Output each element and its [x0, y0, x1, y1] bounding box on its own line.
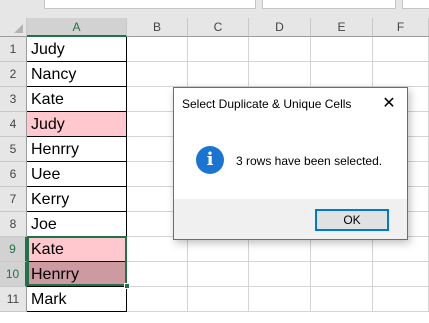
cell-a9[interactable]: Kate — [27, 237, 127, 262]
cell-e2[interactable] — [311, 62, 373, 87]
cell-f9[interactable] — [373, 237, 429, 262]
cell-a6[interactable]: Uee — [27, 162, 127, 187]
row-header-11[interactable]: 11 — [0, 287, 27, 312]
dialog-message: 3 rows have been selected. — [236, 154, 383, 168]
row-header-4[interactable]: 4 — [0, 112, 27, 137]
cell-b10[interactable] — [127, 262, 188, 287]
cell-a2[interactable]: Nancy — [27, 62, 127, 87]
cell-c2[interactable] — [188, 62, 249, 87]
cell-b11[interactable] — [127, 287, 188, 312]
row-header-10[interactable]: 10 — [0, 262, 27, 287]
dialog-footer: OK — [174, 199, 407, 239]
row-header-5[interactable]: 5 — [0, 137, 27, 162]
select-all-icon — [14, 24, 23, 33]
cell-b2[interactable] — [127, 62, 188, 87]
select-duplicate-dialog: Select Duplicate & Unique Cells ✕ i 3 ro… — [173, 87, 408, 240]
cell-a7[interactable]: Kerry — [27, 187, 127, 212]
cell-f2[interactable] — [373, 62, 429, 87]
cell-d9[interactable] — [249, 237, 311, 262]
row-header-2[interactable]: 2 — [0, 62, 27, 87]
column-header-d[interactable]: D — [249, 18, 311, 37]
cell-a1[interactable]: Judy — [27, 37, 127, 62]
formula-input[interactable] — [262, 0, 396, 9]
info-icon: i — [196, 146, 224, 174]
dialog-title: Select Duplicate & Unique Cells — [182, 97, 352, 111]
cell-a10[interactable]: Henrry — [27, 262, 127, 287]
ok-button[interactable]: OK — [315, 209, 389, 231]
cell-e1[interactable] — [311, 37, 373, 62]
cell-f11[interactable] — [373, 287, 429, 312]
cell-a5[interactable]: Henrry — [27, 137, 127, 162]
column-header-c[interactable]: C — [188, 18, 249, 37]
cell-d2[interactable] — [249, 62, 311, 87]
row-header-7[interactable]: 7 — [0, 187, 27, 212]
cell-c9[interactable] — [188, 237, 249, 262]
cell-a8[interactable]: Joe — [27, 212, 127, 237]
cell-e11[interactable] — [311, 287, 373, 312]
column-header-e[interactable]: E — [311, 18, 373, 37]
cell-d10[interactable] — [249, 262, 311, 287]
name-box[interactable] — [44, 0, 256, 9]
cell-e9[interactable] — [311, 237, 373, 262]
cell-c11[interactable] — [188, 287, 249, 312]
dialog-titlebar[interactable]: Select Duplicate & Unique Cells ✕ — [174, 88, 407, 120]
expand-formula-button[interactable] — [402, 0, 429, 9]
cell-d11[interactable] — [249, 287, 311, 312]
cell-b9[interactable] — [127, 237, 188, 262]
cell-a3[interactable]: Kate — [27, 87, 127, 112]
cell-a4[interactable]: Judy — [27, 112, 127, 137]
cell-f1[interactable] — [373, 37, 429, 62]
cell-e10[interactable] — [311, 262, 373, 287]
row-header-3[interactable]: 3 — [0, 87, 27, 112]
select-all-corner[interactable] — [0, 18, 27, 37]
cell-f10[interactable] — [373, 262, 429, 287]
column-header-a[interactable]: A — [27, 18, 127, 37]
close-icon[interactable]: ✕ — [371, 88, 407, 120]
column-header-f[interactable]: F — [373, 18, 429, 37]
cell-c1[interactable] — [188, 37, 249, 62]
row-header-9[interactable]: 9 — [0, 237, 27, 262]
cell-d1[interactable] — [249, 37, 311, 62]
cell-a11[interactable]: Mark — [27, 287, 127, 312]
row-header-6[interactable]: 6 — [0, 162, 27, 187]
fill-handle[interactable] — [124, 283, 130, 289]
cell-b1[interactable] — [127, 37, 188, 62]
cell-c10[interactable] — [188, 262, 249, 287]
row-header-1[interactable]: 1 — [0, 37, 27, 62]
row-header-8[interactable]: 8 — [0, 212, 27, 237]
column-header-b[interactable]: B — [127, 18, 188, 37]
